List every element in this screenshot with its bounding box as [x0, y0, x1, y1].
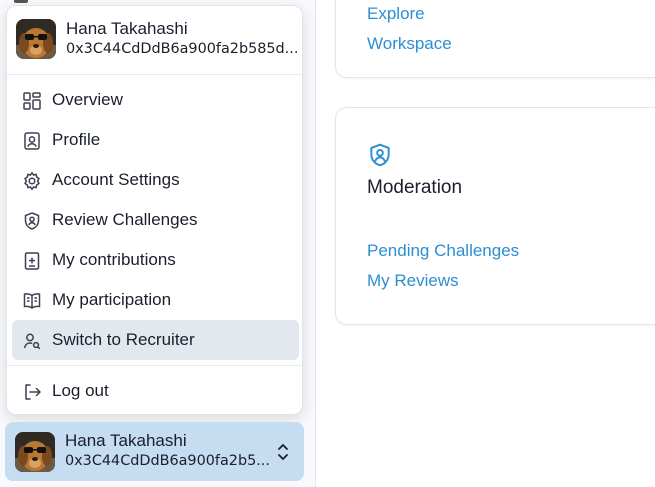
menu-item-label: Overview: [52, 90, 123, 109]
workspace-link[interactable]: Workspace: [367, 34, 452, 54]
shield-user-icon: [24, 212, 40, 230]
user-search-icon: [23, 333, 41, 350]
avatar: [15, 432, 55, 472]
menu-item-label: Switch to Recruiter: [52, 330, 195, 349]
menu-item-overview[interactable]: Overview: [12, 80, 299, 120]
sidebar-top-edge: [14, 0, 28, 3]
avatar: [16, 19, 56, 59]
my-reviews-link[interactable]: My Reviews: [367, 271, 459, 291]
menu-item-label: Account Settings: [52, 170, 180, 189]
account-dropdown-menu: Hana Takahashi 0x3C44CdDdB6a900fa2b585d.…: [6, 5, 303, 415]
logout-icon: [25, 384, 41, 400]
menu-item-my-contributions[interactable]: My contributions: [12, 240, 299, 280]
chevron-up-down-icon: [278, 444, 288, 460]
menu-item-review-challenges[interactable]: Review Challenges: [12, 200, 299, 240]
menu-user-header: Hana Takahashi 0x3C44CdDdB6a900fa2b585d.…: [7, 6, 302, 74]
menu-item-label: My contributions: [52, 250, 176, 269]
main-content: Explore Workspace Moderation Pending Cha…: [316, 0, 655, 487]
menu-item-label: My participation: [52, 290, 172, 309]
gear-icon: [24, 171, 40, 191]
menu-item-account-settings[interactable]: Account Settings: [12, 160, 299, 200]
wallet-address: 0x3C44CdDdB6a900fa2b5...: [65, 453, 270, 469]
book-icon: [23, 293, 41, 309]
moderation-title: Moderation: [367, 177, 463, 198]
wallet-address: 0x3C44CdDdB6a900fa2b585d...: [66, 41, 299, 57]
account-switcher-button[interactable]: Hana Takahashi 0x3C44CdDdB6a900fa2b5...: [5, 422, 304, 481]
add-document-icon: [24, 252, 40, 270]
menu-item-my-participation[interactable]: My participation: [12, 280, 299, 320]
shield-user-icon: [370, 143, 390, 167]
user-name: Hana Takahashi: [66, 19, 188, 38]
menu-item-profile[interactable]: Profile: [12, 120, 299, 160]
grid-icon: [23, 92, 41, 110]
menu-item-log-out[interactable]: Log out: [12, 371, 299, 411]
pending-challenges-link[interactable]: Pending Challenges: [367, 241, 519, 261]
divider: [7, 365, 302, 366]
menu-item-label: Review Challenges: [52, 210, 198, 229]
user-name: Hana Takahashi: [65, 431, 187, 450]
navigation-card: Explore Workspace: [335, 0, 655, 78]
explore-link[interactable]: Explore: [367, 4, 425, 24]
profile-card-icon: [24, 132, 40, 150]
divider: [7, 74, 302, 75]
menu-item-label: Profile: [52, 130, 101, 149]
menu-item-switch-to-recruiter[interactable]: Switch to Recruiter: [12, 320, 299, 360]
menu-item-label: Log out: [52, 381, 109, 400]
moderation-card: Moderation Pending Challenges My Reviews: [335, 107, 655, 325]
